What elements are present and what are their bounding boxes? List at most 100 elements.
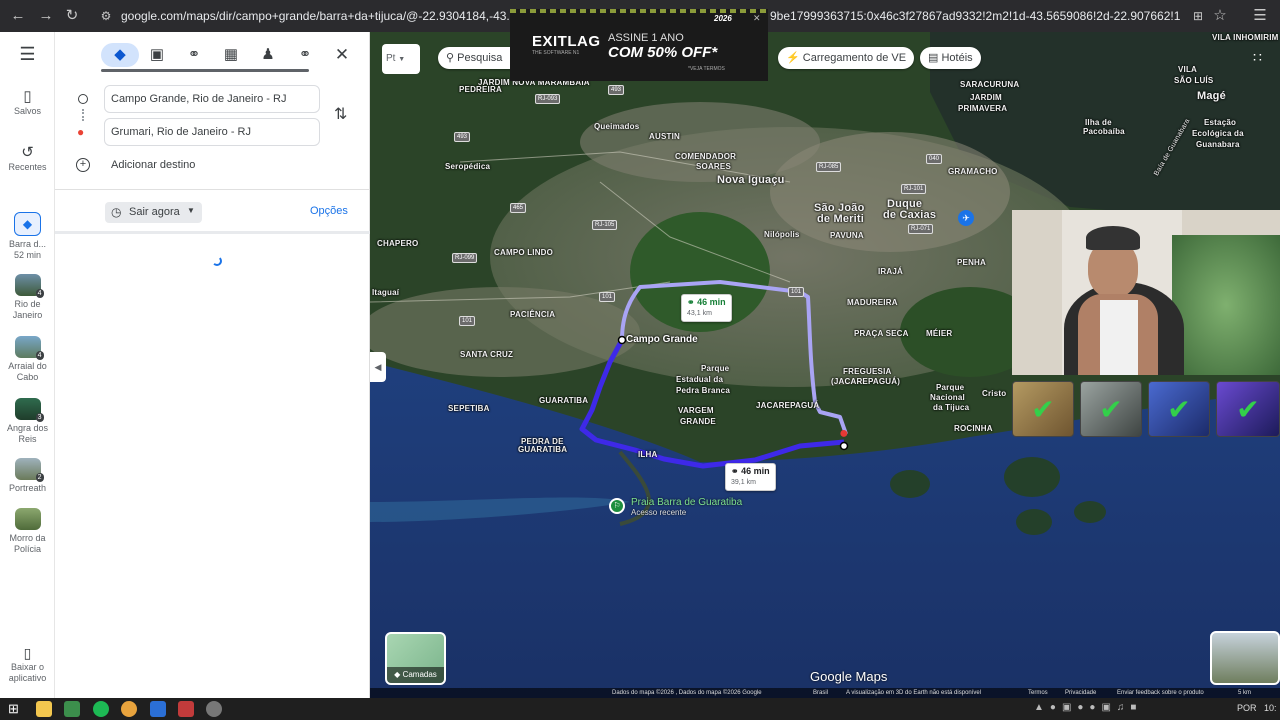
rail-recent-portreath[interactable]: 2 Portreath	[0, 458, 55, 494]
back-icon[interactable]: ←	[8, 6, 28, 26]
scale-label: 5 km	[1238, 690, 1252, 696]
motorcycle-icon[interactable]: ⚭	[179, 44, 209, 66]
left-rail: ☰ ▯ Salvos ↺ Recentes ◆ Barra d... 52 mi…	[0, 32, 55, 698]
ad-line1: ASSINE 1 ANO	[608, 32, 684, 44]
rail-recents[interactable]: ↺ Recentes	[0, 144, 55, 173]
layer-type-button[interactable]: Pt ▼	[382, 44, 420, 74]
place-thumbnail: 2	[14, 458, 44, 482]
badge-tile: ✔	[1012, 381, 1074, 437]
rail-recent-rio[interactable]: 4 Rio de Janeiro	[0, 274, 55, 321]
rail-recent-arraial[interactable]: 4 Arraial do Cabo	[0, 336, 55, 383]
privacy-link[interactable]: Privacidade	[1065, 688, 1096, 698]
divider	[55, 189, 370, 190]
install-app-icon[interactable]: ⊞	[1188, 6, 1208, 26]
section-divider	[55, 231, 370, 234]
spotify-icon[interactable]	[93, 701, 109, 717]
bookmark-icon: ▯	[23, 88, 32, 105]
chrome-icon[interactable]	[121, 701, 137, 717]
forward-icon[interactable]: →	[36, 6, 56, 26]
badge-tile: ✔	[1216, 381, 1280, 437]
chip-ev-charging[interactable]: ⚡ Carregamento de VE	[778, 47, 915, 69]
apps-grid-icon[interactable]: ∷	[1253, 49, 1262, 66]
terms-link[interactable]: Termos	[1028, 688, 1048, 698]
search-icon: ⚲	[446, 52, 455, 64]
rail-recent-directions[interactable]: ◆ Barra d... 52 min	[0, 212, 55, 261]
ad-year: 2026	[714, 14, 732, 23]
close-icon[interactable]: ✕	[327, 44, 357, 66]
bicycle-icon[interactable]: ⚭	[290, 44, 320, 66]
destination-input[interactable]: Grumari, Rio de Janeiro - RJ	[104, 118, 320, 146]
check-icon: ✔	[1031, 394, 1055, 425]
loading-bar	[101, 69, 309, 72]
webcam-overlay	[1012, 210, 1280, 375]
car-icon[interactable]: ▣	[142, 44, 172, 66]
menu-icon[interactable]: ☰	[0, 45, 55, 63]
poi-sublabel: Acesso recente	[631, 508, 687, 517]
star-icon[interactable]: ☆	[1210, 6, 1230, 26]
webcam-shirt	[1100, 300, 1138, 375]
motorcycle-icon: ⚭	[687, 297, 695, 307]
clock[interactable]: 10:	[1264, 703, 1277, 713]
address-bar[interactable]: google.com/maps/dir/campo+grande/barra+d…	[121, 9, 511, 23]
rail-download-app[interactable]: ▯ Baixar o aplicativo	[0, 644, 55, 684]
file-explorer-icon[interactable]	[36, 701, 52, 717]
airport-icon[interactable]: ✈	[958, 210, 974, 226]
phone-icon: ▯	[23, 645, 32, 661]
ad-brand-sub: THE SOFTWARE N1	[532, 50, 580, 56]
app-icon[interactable]	[150, 701, 166, 717]
webcam-headset	[1086, 226, 1140, 250]
start-icon[interactable]: ⊞	[8, 701, 24, 717]
loading-spinner	[212, 256, 222, 266]
ad-banner[interactable]: EXITLAG THE SOFTWARE N1 ASSINE 1 ANO COM…	[510, 9, 768, 81]
extensions-icon[interactable]: ☰	[1250, 6, 1270, 26]
google-maps-logo: Google Maps	[810, 669, 888, 684]
add-destination-button[interactable]: Adicionar destino	[111, 159, 195, 171]
app-icon[interactable]	[64, 701, 80, 717]
main-route-label[interactable]: ⚭ 46 min 39,1 km	[725, 463, 776, 491]
options-button[interactable]: Opções	[310, 205, 348, 217]
ad-brand: EXITLAG	[532, 33, 601, 50]
ad-fine-print: *VEJA TERMOS	[688, 66, 725, 72]
chevron-down-icon: ▼	[398, 56, 406, 63]
layers-button[interactable]: ◆ Camadas	[385, 632, 446, 685]
alt-route-label[interactable]: ⚭ 46 min 43,1 km	[681, 294, 732, 322]
check-icon: ✔	[1167, 394, 1191, 425]
street-view-thumbnail[interactable]	[1210, 631, 1280, 685]
swap-icon[interactable]: ⇅	[334, 104, 347, 124]
directions-panel: ◆ ▣ ⚭ ▦ ♟ ⚭ ✕ ● Campo Grande, Rio de Jan…	[55, 32, 370, 698]
hotel-icon: ▤	[928, 52, 939, 64]
rail-recent-morro[interactable]: Morro da Polícia	[0, 508, 55, 555]
origin-icon	[78, 94, 88, 104]
feedback-link[interactable]: Enviar feedback sobre o produto	[1117, 688, 1204, 698]
rail-saved[interactable]: ▯ Salvos	[0, 88, 55, 117]
route-dots	[82, 109, 84, 121]
origin-input[interactable]: Campo Grande, Rio de Janeiro - RJ	[104, 85, 320, 113]
collapse-panel-button[interactable]: ◀	[370, 352, 386, 382]
chip-hotels[interactable]: ▤ Hotéis	[920, 47, 981, 69]
layers-icon: ◆	[394, 670, 401, 679]
poi-label[interactable]: Praia Barra de Guaratiba	[631, 497, 742, 508]
address-bar-tail[interactable]: 9be17999363715:0x46c3f27867ad9332!2m2!1d…	[770, 9, 1180, 23]
app-icon[interactable]	[178, 701, 194, 717]
rail-recent-angra[interactable]: 3 Angra dos Reis	[0, 398, 55, 445]
language-indicator[interactable]: POR	[1237, 703, 1257, 713]
walk-icon[interactable]: ♟	[253, 44, 283, 66]
reload-icon[interactable]: ↻	[62, 6, 82, 26]
badge-tile: ✔	[1148, 381, 1210, 437]
ad-line2: COM 50% OFF*	[608, 44, 718, 61]
depart-time-dropdown[interactable]: ◷ Sair agora ▼	[105, 202, 202, 223]
add-icon[interactable]: +	[76, 158, 90, 172]
transit-icon[interactable]: ▦	[216, 44, 246, 66]
motorcycle-icon: ⚭	[731, 466, 739, 476]
best-route-icon[interactable]: ◆	[105, 44, 135, 66]
destination-pin-icon[interactable]: ●	[839, 425, 849, 443]
ad-close-icon[interactable]: ✕	[753, 13, 761, 24]
tray-icons[interactable]: ▲●▣●●▣♫■	[1034, 702, 1142, 713]
place-thumbnail: 4	[14, 336, 44, 360]
directions-icon: ◆	[14, 212, 41, 236]
chevron-down-icon: ▼	[187, 206, 195, 215]
app-icon[interactable]	[206, 701, 222, 717]
history-icon: ↺	[21, 144, 34, 161]
beach-poi-icon[interactable]: ⚐	[609, 498, 625, 514]
site-info-icon[interactable]: ⚙	[96, 6, 116, 26]
